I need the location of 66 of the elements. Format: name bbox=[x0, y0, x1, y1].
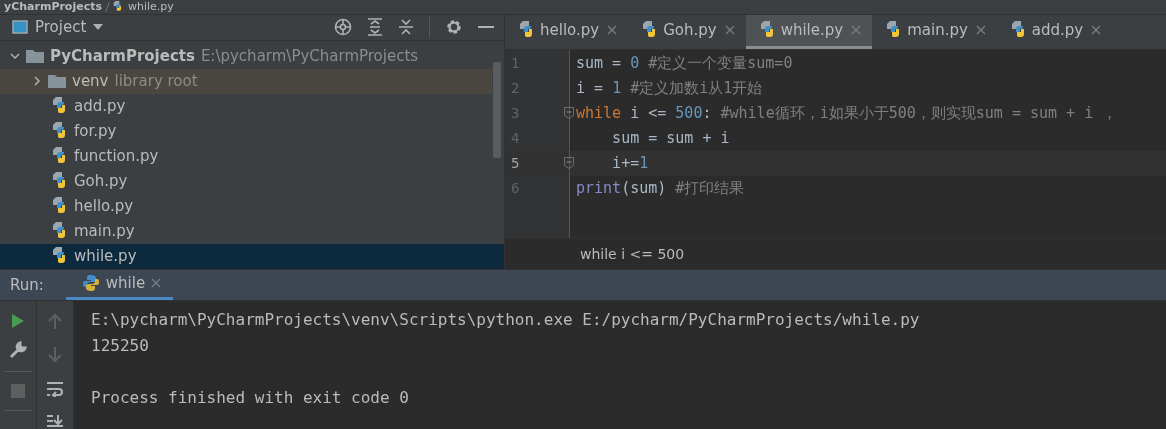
close-icon[interactable] bbox=[975, 25, 986, 36]
tree-item[interactable]: PyCharmProjects E:\pycharm\PyCharmProjects bbox=[0, 43, 492, 69]
console-line: 125250 bbox=[91, 335, 150, 357]
breadcrumb-item[interactable]: while.py bbox=[128, 0, 174, 14]
editor-tab[interactable]: add.py bbox=[996, 14, 1113, 49]
close-icon[interactable] bbox=[151, 278, 162, 289]
code-line: i+=1 bbox=[611, 153, 649, 174]
python-file-icon bbox=[52, 172, 68, 191]
panel-title[interactable]: Project bbox=[35, 18, 87, 37]
python-file-icon bbox=[759, 21, 776, 40]
code-line: while i <= 500: #while循环，i如果小于500，则实现sum = sum + i ， bbox=[576, 103, 1118, 124]
scrollbar[interactable] bbox=[493, 61, 501, 158]
editor-tab[interactable]: while.py bbox=[745, 14, 873, 49]
editor-tab[interactable]: main.py bbox=[872, 14, 997, 49]
close-icon[interactable] bbox=[851, 25, 862, 36]
locate-icon[interactable] bbox=[334, 18, 352, 37]
editor-tab[interactable]: hello.py bbox=[505, 14, 629, 49]
folder-icon bbox=[48, 74, 66, 89]
tree-item[interactable]: add.py bbox=[0, 93, 492, 119]
chevron-down-icon[interactable] bbox=[10, 51, 20, 62]
wrench-icon[interactable] bbox=[9, 341, 27, 359]
code-line: i = 1 #定义加数i从1开始 bbox=[576, 78, 763, 99]
close-icon[interactable] bbox=[1091, 25, 1102, 36]
run-label: Run: bbox=[9, 274, 45, 296]
python-file-icon bbox=[113, 1, 123, 13]
settings-icon[interactable] bbox=[445, 18, 463, 37]
tree-item[interactable]: function.py bbox=[0, 143, 492, 169]
folder-icon bbox=[26, 49, 44, 64]
down-arrow-icon[interactable] bbox=[48, 347, 62, 363]
scroll-to-end-icon[interactable] bbox=[46, 415, 64, 429]
run-icon[interactable] bbox=[11, 313, 25, 329]
collapse-all-icon[interactable] bbox=[398, 18, 414, 37]
fold-icon[interactable] bbox=[564, 156, 574, 169]
console-line: E:\pycharm\PyCharmProjects\venv\Scripts\python.exe E:/pycharm/PyCharmProjects/while.py bbox=[91, 309, 921, 331]
up-arrow-icon[interactable] bbox=[48, 313, 62, 329]
editor-tab[interactable]: Goh.py bbox=[628, 14, 746, 49]
python-file-icon bbox=[52, 197, 68, 216]
tree-item[interactable]: venv library root bbox=[0, 68, 492, 94]
python-file-icon bbox=[52, 222, 68, 241]
chevron-right-icon[interactable] bbox=[32, 76, 42, 87]
breadcrumb-item[interactable]: yCharmProjects bbox=[4, 0, 102, 14]
python-file-icon bbox=[519, 21, 535, 40]
code-line: print(sum) #打印结果 bbox=[576, 178, 745, 199]
panel-icon bbox=[12, 20, 28, 35]
close-icon[interactable] bbox=[607, 25, 618, 36]
python-file-icon bbox=[52, 97, 68, 116]
python-icon bbox=[81, 274, 100, 293]
close-icon[interactable] bbox=[724, 25, 735, 36]
expand-all-icon[interactable] bbox=[367, 18, 383, 37]
tree-item[interactable]: hello.py bbox=[0, 193, 492, 219]
console-line: Process finished with exit code 0 bbox=[91, 387, 410, 409]
tree-item[interactable]: while.py bbox=[0, 243, 504, 269]
code-line: sum = 0 #定义一个变量sum=0 bbox=[576, 53, 793, 74]
code-line: sum = sum + i bbox=[611, 128, 730, 149]
python-file-icon bbox=[52, 247, 68, 266]
python-file-icon bbox=[1010, 21, 1027, 40]
tree-item[interactable]: for.py bbox=[0, 118, 492, 144]
python-file-icon bbox=[52, 147, 68, 166]
tree-item[interactable]: main.py bbox=[0, 218, 492, 244]
tree-item[interactable]: Goh.py bbox=[0, 168, 492, 194]
soft-wrap-icon[interactable] bbox=[46, 381, 64, 397]
line-number: 5 bbox=[510, 155, 520, 172]
python-file-icon bbox=[52, 122, 68, 141]
code-context-breadcrumb[interactable]: while i <= 500 bbox=[580, 245, 685, 262]
dropdown-icon[interactable] bbox=[93, 24, 104, 31]
fold-icon[interactable] bbox=[564, 106, 574, 119]
